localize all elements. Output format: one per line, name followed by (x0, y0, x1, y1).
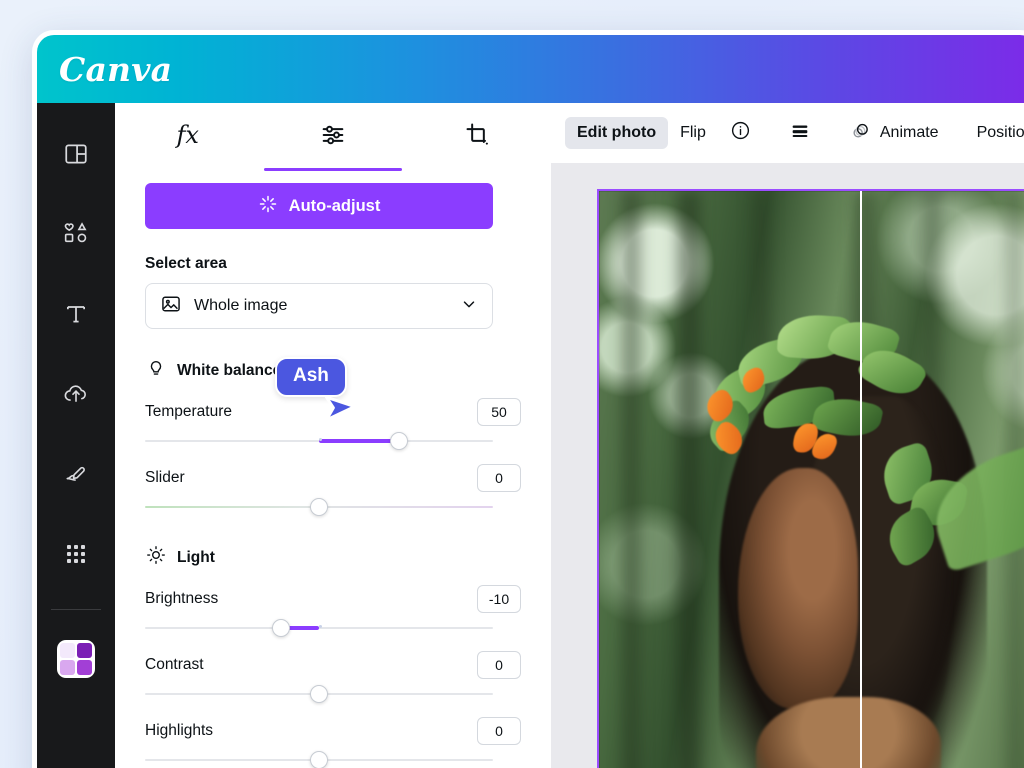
design-canvas-area[interactable] (551, 163, 1024, 768)
info-button[interactable] (718, 113, 763, 153)
group-header-light: Light (145, 544, 521, 571)
design-icon (63, 141, 89, 167)
image-icon (160, 293, 182, 320)
slider-thumb[interactable] (271, 619, 290, 637)
sidebar-item-text[interactable] (48, 285, 104, 343)
animate-icon (849, 120, 871, 147)
slider-thumb[interactable] (310, 685, 328, 703)
transparency-button[interactable] (777, 113, 823, 154)
slider-fill (319, 439, 400, 443)
panel-content: Auto-adjust Select area Whole image Whit… (115, 165, 551, 768)
sidebar-item-draw[interactable] (48, 445, 104, 503)
effects-icon: fx (176, 121, 199, 149)
tab-effects[interactable]: fx (115, 113, 260, 165)
group-header-white-balance: White balance (145, 357, 521, 384)
tab-adjust[interactable] (260, 113, 405, 171)
sidebar-item-design[interactable] (48, 125, 104, 183)
sidebar-item-magic-studio[interactable] (48, 630, 104, 688)
control-row-temperature: Temperature 50 (145, 394, 521, 430)
info-circle-icon (730, 120, 751, 146)
selected-photo-frame[interactable] (597, 189, 1024, 768)
control-label: Highlights (145, 722, 214, 739)
slider-highlights[interactable] (145, 751, 493, 768)
sun-icon (145, 544, 167, 571)
control-row-contrast: Contrast 0 (145, 647, 521, 683)
photo-toolbar: Edit photo Flip Animate Positio (551, 103, 1024, 163)
photo-subject-face (737, 467, 858, 709)
canvas-side: Edit photo Flip Animate Positio (551, 103, 1024, 768)
control-value-input[interactable]: -10 (477, 585, 521, 613)
apps-icon (64, 542, 88, 566)
slider-center-tick (319, 625, 322, 628)
app-header-bar: Canva (37, 35, 1024, 103)
control-value-input[interactable]: 50 (477, 398, 521, 426)
magic-wand-icon (258, 194, 278, 219)
slider-brightness[interactable] (145, 619, 493, 637)
slider-thumb[interactable] (390, 432, 409, 450)
draw-icon (62, 460, 90, 488)
magic-studio-icon (57, 640, 95, 678)
slider-thumb[interactable] (310, 498, 328, 516)
panel-tab-bar: fx (115, 103, 551, 171)
canva-logo[interactable]: Canva (59, 50, 172, 89)
tab-crop[interactable] (406, 113, 551, 165)
slider-thumb[interactable] (310, 751, 328, 768)
group-title: White balance (177, 361, 282, 379)
control-value-input[interactable]: 0 (477, 651, 521, 679)
control-label: Slider (145, 469, 185, 486)
auto-adjust-button[interactable]: Auto-adjust (145, 183, 493, 229)
elements-icon (62, 220, 90, 248)
slider-center-tick (319, 438, 322, 441)
transparency-icon (789, 120, 811, 147)
crop-icon (464, 121, 492, 154)
adjust-sliders-icon (319, 121, 347, 154)
sidebar-item-apps[interactable] (48, 525, 104, 583)
slider-contrast[interactable] (145, 685, 493, 703)
canva-app-window: Canva fx Auto-adjust Select area Whole i… (32, 30, 1024, 768)
chevron-down-icon (460, 295, 478, 318)
control-row-brightness: Brightness -10 (145, 581, 521, 617)
control-value-input[interactable]: 0 (477, 717, 521, 745)
slider-temperature[interactable] (145, 432, 493, 450)
photo-compare-split-line[interactable] (859, 191, 862, 768)
sidebar-divider (51, 609, 101, 610)
auto-adjust-label: Auto-adjust (288, 196, 381, 215)
sidebar-item-uploads[interactable] (48, 365, 104, 423)
lightbulb-icon (145, 357, 167, 384)
control-label: Temperature (145, 403, 233, 420)
animate-label: Animate (879, 124, 939, 141)
left-sidebar-rail (37, 103, 115, 768)
group-title: Light (177, 548, 215, 566)
edit-photo-button[interactable]: Edit photo (565, 117, 669, 149)
slider-tint[interactable] (145, 498, 493, 516)
flip-button[interactable]: Flip (668, 117, 718, 149)
sidebar-item-elements[interactable] (48, 205, 104, 263)
control-row-highlights: Highlights 0 (145, 713, 521, 749)
control-label: Brightness (145, 590, 219, 607)
position-button[interactable]: Position (965, 117, 1024, 149)
control-row-tint: Slider 0 (145, 460, 521, 496)
edit-photo-panel: fx Auto-adjust Select area Whole image W… (115, 103, 551, 768)
select-area-value: Whole image (194, 297, 288, 314)
select-area-label: Select area (145, 255, 227, 272)
uploads-icon (62, 380, 90, 408)
control-value-input[interactable]: 0 (477, 464, 521, 492)
animate-button[interactable]: Animate (837, 113, 951, 154)
control-label: Contrast (145, 656, 204, 673)
text-icon (63, 301, 89, 327)
active-tab-underline (263, 168, 402, 171)
select-area-dropdown[interactable]: Whole image (145, 283, 493, 329)
